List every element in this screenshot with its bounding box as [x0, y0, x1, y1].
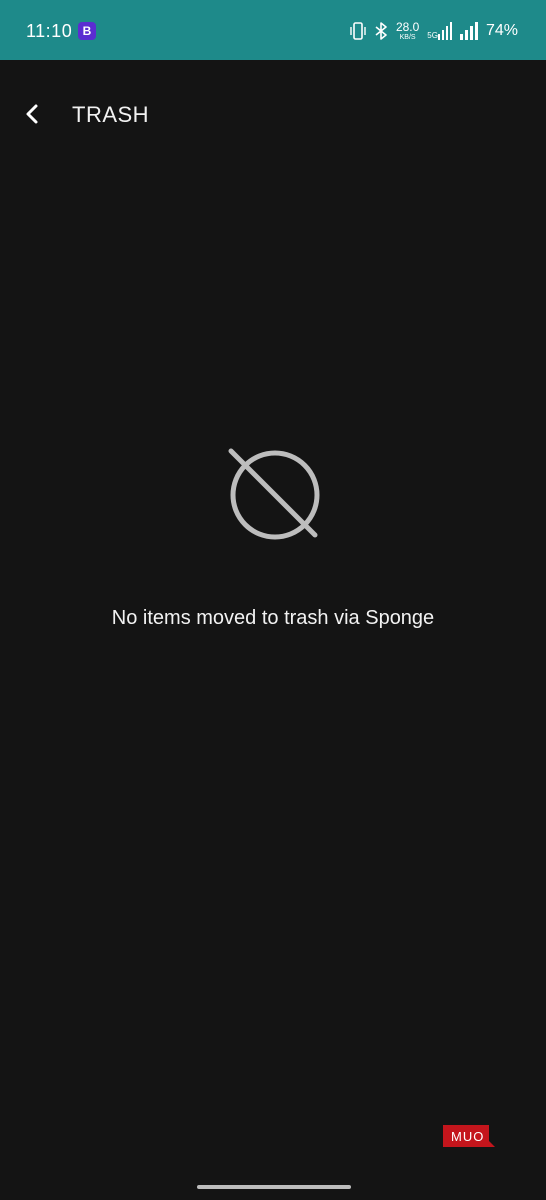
watermark-logo: MUO: [443, 1125, 497, 1151]
app-notification-badge: B: [78, 22, 96, 40]
watermark-text: MUO: [451, 1129, 485, 1144]
signal-5g-icon: 5G: [427, 22, 452, 40]
battery-percent: 74%: [485, 22, 518, 39]
status-icons: 28.0 KB/S 5G 74%: [350, 16, 518, 46]
status-bar: 11:10 B 28.0 KB/S 5G 74%: [0, 0, 546, 60]
back-button[interactable]: [16, 98, 48, 130]
network-speed-unit: KB/S: [399, 34, 416, 41]
app-header: TRASH: [0, 60, 546, 170]
network-speed-value: 28.0: [395, 20, 420, 34]
empty-state: No items moved to trash via Sponge: [0, 445, 546, 630]
no-items-icon: [228, 448, 320, 540]
watermark-tail: [483, 1135, 495, 1147]
bluetooth-icon: [374, 21, 388, 41]
network-speed: 28.0 KB/S: [396, 21, 419, 41]
chevron-left-icon: [26, 104, 38, 124]
empty-state-message: No items moved to trash via Sponge: [111, 607, 435, 629]
network-type-label: 5G: [427, 31, 438, 40]
signal-icon: [459, 22, 478, 40]
status-time: 11:10: [26, 21, 73, 41]
vibrate-icon: [350, 21, 366, 41]
home-indicator[interactable]: [197, 1185, 351, 1189]
page-title: TRASH: [72, 102, 150, 127]
